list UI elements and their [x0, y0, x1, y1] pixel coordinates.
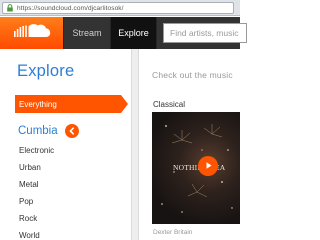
- category-urban[interactable]: Urban: [19, 163, 41, 172]
- site-header: Stream Explore: [0, 17, 250, 49]
- checkout-heading: Check out the music: [152, 70, 233, 80]
- nav-explore[interactable]: Explore: [111, 17, 157, 49]
- category-electronic[interactable]: Electronic: [19, 146, 54, 155]
- play-button[interactable]: [198, 156, 218, 176]
- category-world[interactable]: World: [19, 231, 40, 240]
- search-box: [163, 23, 250, 43]
- play-icon: [204, 157, 213, 175]
- soundcloud-cloud-icon: [13, 22, 51, 45]
- track-artist[interactable]: Dexter Britain: [153, 229, 192, 236]
- page-title: Explore: [17, 62, 75, 80]
- genre-title: Cumbia: [18, 125, 58, 137]
- category-metal[interactable]: Metal: [19, 180, 39, 189]
- track-artwork[interactable]: NOTHING FEA: [152, 112, 240, 224]
- back-button[interactable]: [65, 124, 79, 138]
- search-input[interactable]: [170, 28, 250, 38]
- section-label-classical[interactable]: Classical: [153, 100, 185, 109]
- category-pop[interactable]: Pop: [19, 197, 33, 206]
- lock-icon: [6, 4, 14, 12]
- browser-address-bar: https://soundcloud.com/djcarlitosok/: [0, 0, 240, 16]
- column-divider: [131, 49, 139, 240]
- nav-stream[interactable]: Stream: [63, 17, 111, 49]
- url-field[interactable]: https://soundcloud.com/djcarlitosok/: [2, 2, 234, 14]
- url-text: https://soundcloud.com/djcarlitosok/: [17, 4, 124, 12]
- category-rock[interactable]: Rock: [19, 214, 37, 223]
- soundcloud-logo[interactable]: [0, 17, 63, 49]
- chevron-left-icon: [68, 122, 76, 140]
- category-everything[interactable]: Everything: [15, 95, 128, 113]
